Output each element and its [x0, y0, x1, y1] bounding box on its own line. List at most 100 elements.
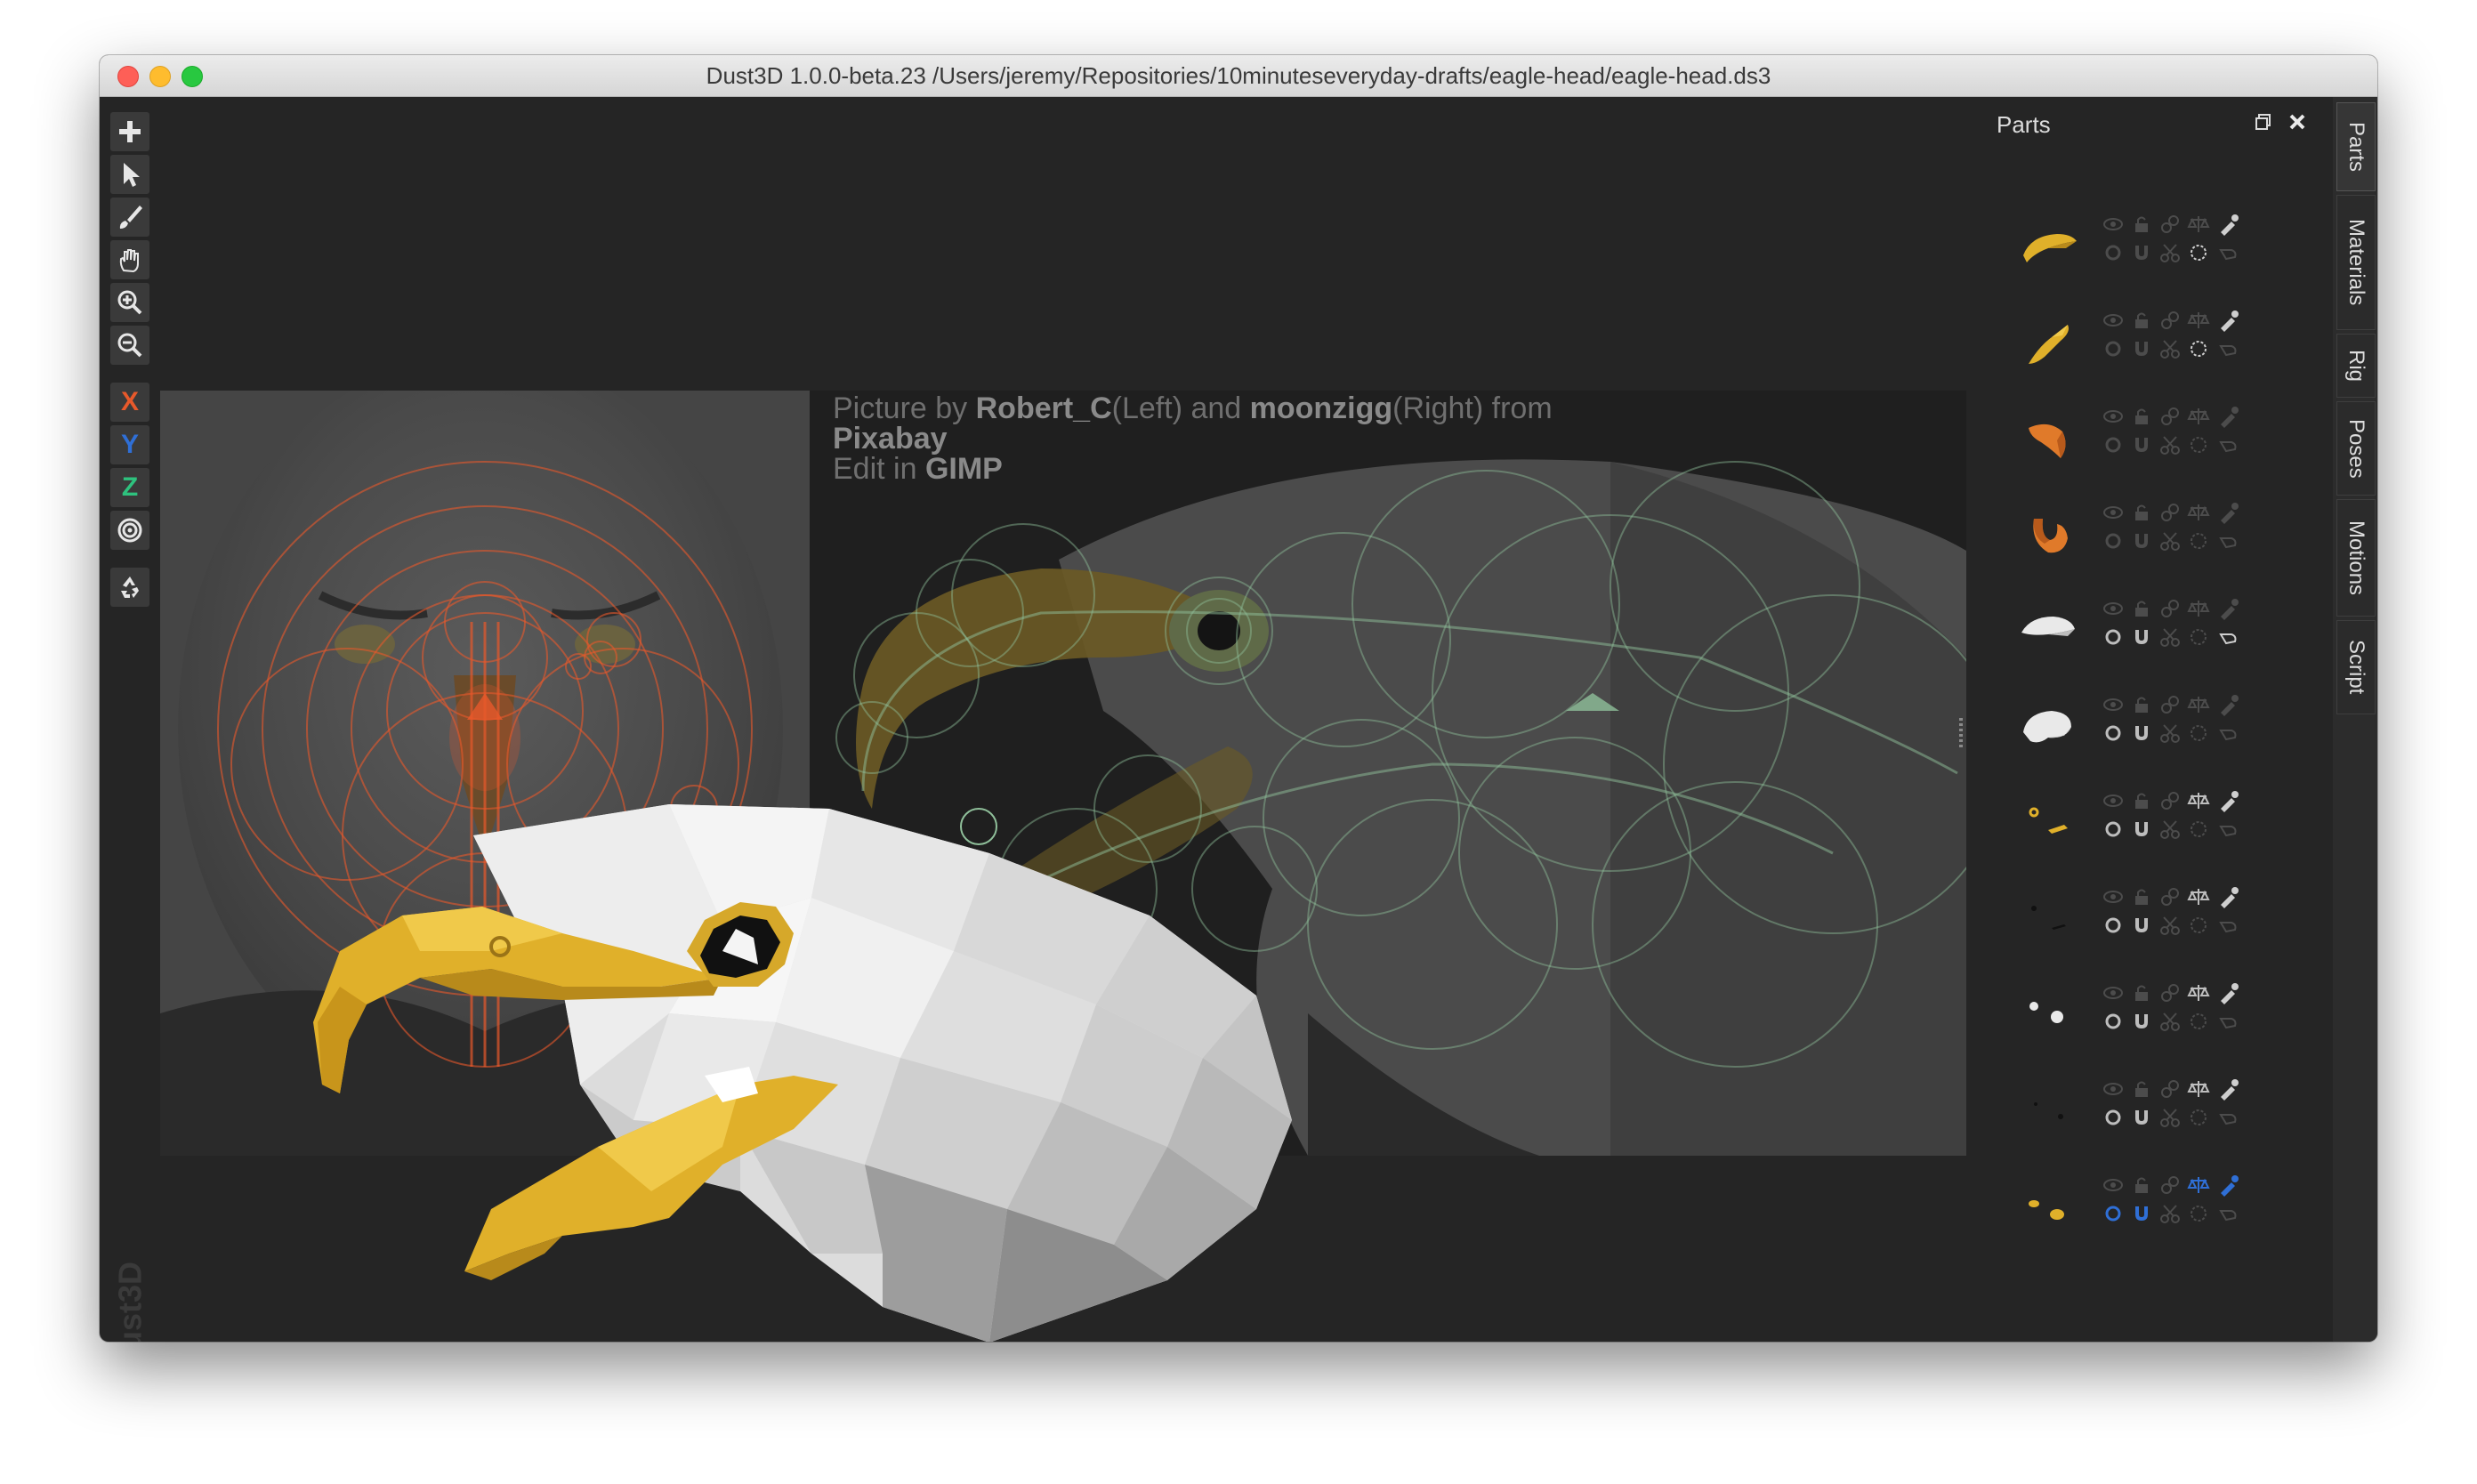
- magnet-icon[interactable]: [2130, 241, 2153, 264]
- visibility-eye-icon[interactable]: [2102, 501, 2125, 524]
- magnet-icon[interactable]: [2130, 1106, 2153, 1129]
- link-icon[interactable]: [2158, 789, 2182, 812]
- scissors-icon[interactable]: [2158, 529, 2182, 552]
- magnet-icon[interactable]: [2130, 818, 2153, 841]
- visibility-eye-icon[interactable]: [2102, 597, 2125, 620]
- rounded-end-icon[interactable]: [2187, 1106, 2210, 1129]
- visibility-eye-icon[interactable]: [2102, 981, 2125, 1004]
- balance-scale-icon[interactable]: [2187, 213, 2210, 236]
- scissors-icon[interactable]: [2158, 625, 2182, 649]
- magnet-icon[interactable]: [2130, 625, 2153, 649]
- color-picker-icon[interactable]: [2217, 597, 2240, 620]
- rounded-end-icon[interactable]: [2187, 818, 2210, 841]
- panel-splitter-handle[interactable]: [1959, 718, 1963, 748]
- rounded-end-icon[interactable]: [2187, 914, 2210, 937]
- zoom-in-icon[interactable]: [110, 283, 149, 322]
- chamfer-hand-icon[interactable]: [2217, 1106, 2240, 1129]
- link-icon[interactable]: [2158, 597, 2182, 620]
- part-item[interactable]: [2013, 964, 2306, 1060]
- visibility-eye-icon[interactable]: [2102, 885, 2125, 908]
- lock-icon[interactable]: [2130, 885, 2153, 908]
- rounded-end-icon[interactable]: [2187, 722, 2210, 745]
- eagle-head-3d-model[interactable]: [100, 97, 1986, 1342]
- subdivide-circle-icon[interactable]: [2102, 241, 2125, 264]
- scissors-icon[interactable]: [2158, 241, 2182, 264]
- zoom-out-icon[interactable]: [110, 326, 149, 365]
- lock-icon[interactable]: [2130, 789, 2153, 812]
- scissors-icon[interactable]: [2158, 722, 2182, 745]
- link-icon[interactable]: [2158, 213, 2182, 236]
- part-item[interactable]: [2013, 483, 2306, 579]
- scissors-icon[interactable]: [2158, 818, 2182, 841]
- tab-parts[interactable]: Parts: [2336, 102, 2376, 191]
- tab-rig[interactable]: Rig: [2336, 334, 2376, 398]
- link-icon[interactable]: [2158, 693, 2182, 716]
- tab-poses[interactable]: Poses: [2336, 401, 2376, 496]
- target-icon[interactable]: [110, 511, 149, 550]
- y-axis-mirror-button[interactable]: Y: [110, 425, 149, 464]
- scissors-icon[interactable]: [2158, 914, 2182, 937]
- color-picker-icon[interactable]: [2217, 213, 2240, 236]
- chamfer-hand-icon[interactable]: [2217, 1202, 2240, 1225]
- balance-scale-icon[interactable]: [2187, 789, 2210, 812]
- lock-icon[interactable]: [2130, 405, 2153, 428]
- subdivide-circle-icon[interactable]: [2102, 1106, 2125, 1129]
- tab-materials[interactable]: Materials: [2336, 195, 2376, 330]
- chamfer-hand-icon[interactable]: [2217, 625, 2240, 649]
- rounded-end-icon[interactable]: [2187, 529, 2210, 552]
- magnet-icon[interactable]: [2130, 722, 2153, 745]
- magnet-icon[interactable]: [2130, 529, 2153, 552]
- magnet-icon[interactable]: [2130, 433, 2153, 456]
- color-picker-icon[interactable]: [2217, 501, 2240, 524]
- part-item[interactable]: [2013, 291, 2306, 387]
- viewport-canvas[interactable]: Picture by Robert_C(Left) and moonzigg(R…: [100, 97, 1986, 1342]
- scissors-icon[interactable]: [2158, 1010, 2182, 1033]
- float-window-icon[interactable]: [2253, 111, 2274, 133]
- lock-icon[interactable]: [2130, 501, 2153, 524]
- visibility-eye-icon[interactable]: [2102, 213, 2125, 236]
- magnet-icon[interactable]: [2130, 1010, 2153, 1033]
- visibility-eye-icon[interactable]: [2102, 1173, 2125, 1197]
- visibility-eye-icon[interactable]: [2102, 309, 2125, 332]
- link-icon[interactable]: [2158, 501, 2182, 524]
- scissors-icon[interactable]: [2158, 337, 2182, 360]
- z-axis-mirror-button[interactable]: Z: [110, 468, 149, 507]
- magnet-icon[interactable]: [2130, 1202, 2153, 1225]
- subdivide-circle-icon[interactable]: [2102, 722, 2125, 745]
- lock-icon[interactable]: [2130, 693, 2153, 716]
- chamfer-hand-icon[interactable]: [2217, 914, 2240, 937]
- link-icon[interactable]: [2158, 1173, 2182, 1197]
- paint-brush-icon[interactable]: [110, 198, 149, 237]
- tab-script[interactable]: Script: [2336, 620, 2376, 714]
- color-picker-icon[interactable]: [2217, 789, 2240, 812]
- balance-scale-icon[interactable]: [2187, 693, 2210, 716]
- chamfer-hand-icon[interactable]: [2217, 433, 2240, 456]
- balance-scale-icon[interactable]: [2187, 405, 2210, 428]
- rounded-end-icon[interactable]: [2187, 433, 2210, 456]
- color-picker-icon[interactable]: [2217, 693, 2240, 716]
- subdivide-circle-icon[interactable]: [2102, 625, 2125, 649]
- lock-icon[interactable]: [2130, 1173, 2153, 1197]
- lock-icon[interactable]: [2130, 981, 2153, 1004]
- part-item[interactable]: [2013, 387, 2306, 483]
- link-icon[interactable]: [2158, 981, 2182, 1004]
- link-icon[interactable]: [2158, 885, 2182, 908]
- add-icon[interactable]: [110, 112, 149, 151]
- subdivide-circle-icon[interactable]: [2102, 337, 2125, 360]
- visibility-eye-icon[interactable]: [2102, 1077, 2125, 1101]
- close-icon[interactable]: [2287, 111, 2308, 133]
- link-icon[interactable]: [2158, 309, 2182, 332]
- chamfer-hand-icon[interactable]: [2217, 337, 2240, 360]
- lock-icon[interactable]: [2130, 597, 2153, 620]
- balance-scale-icon[interactable]: [2187, 501, 2210, 524]
- visibility-eye-icon[interactable]: [2102, 789, 2125, 812]
- part-item[interactable]: [2013, 1060, 2306, 1156]
- rounded-end-icon[interactable]: [2187, 337, 2210, 360]
- balance-scale-icon[interactable]: [2187, 309, 2210, 332]
- rounded-end-icon[interactable]: [2187, 1202, 2210, 1225]
- color-picker-icon[interactable]: [2217, 309, 2240, 332]
- magnet-icon[interactable]: [2130, 337, 2153, 360]
- color-picker-icon[interactable]: [2217, 885, 2240, 908]
- rounded-end-icon[interactable]: [2187, 1010, 2210, 1033]
- part-item[interactable]: [2013, 675, 2306, 771]
